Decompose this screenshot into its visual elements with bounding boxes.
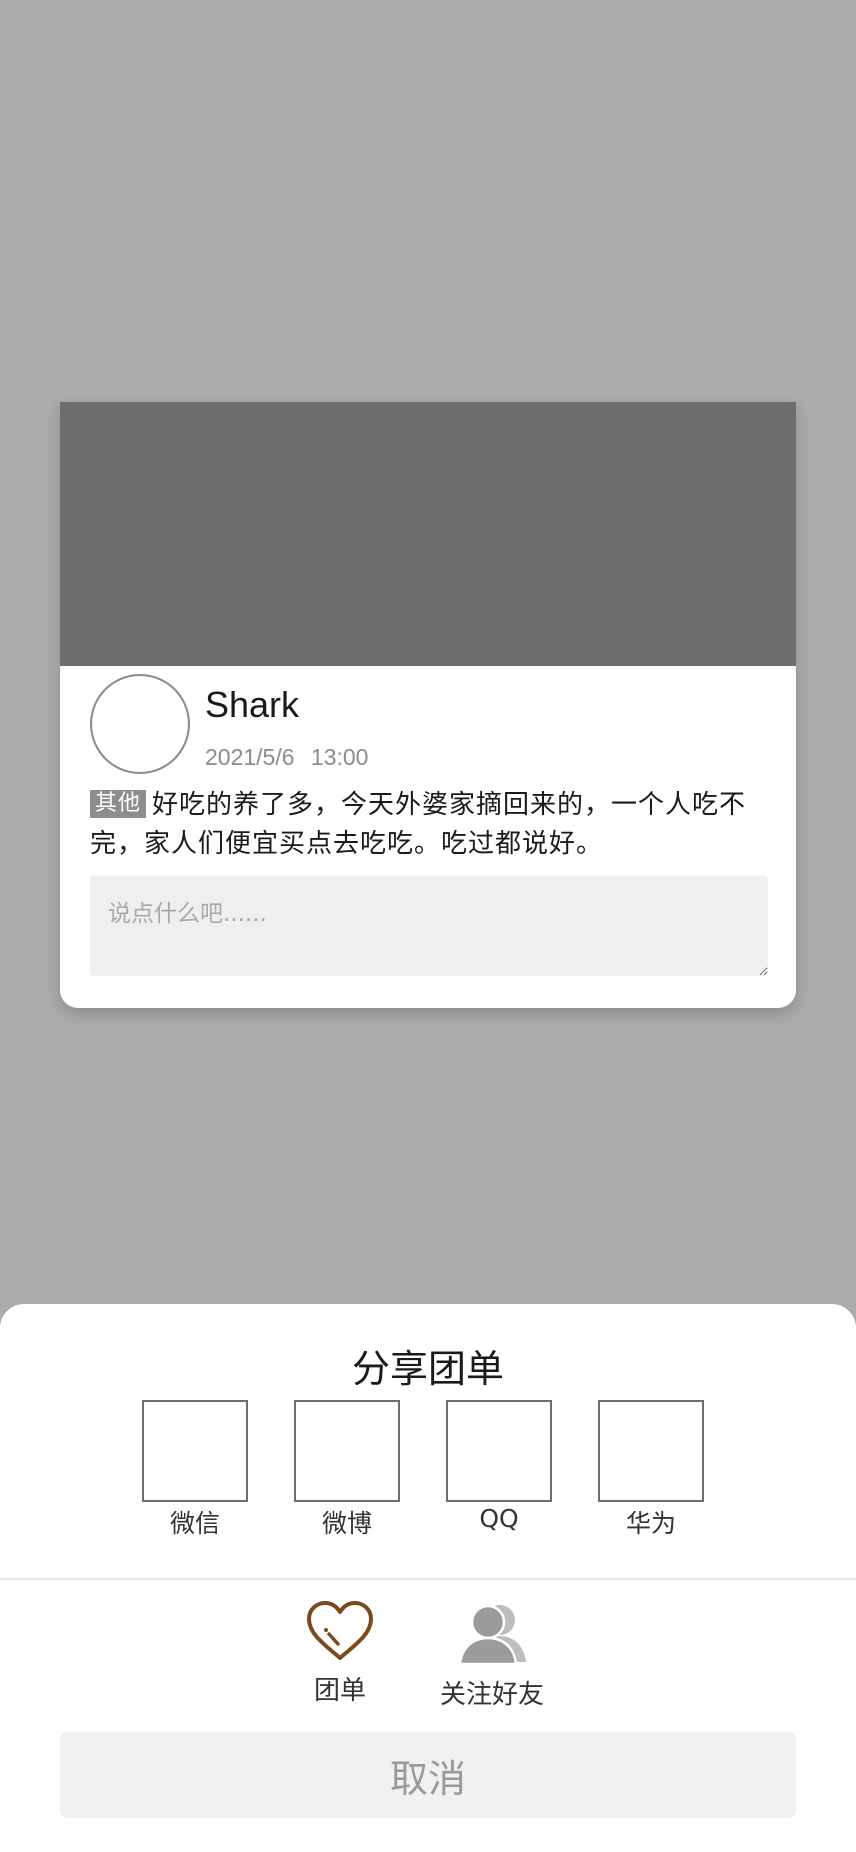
tuandan-button[interactable]: 团单 xyxy=(290,1600,390,1707)
weibo-icon xyxy=(294,1400,400,1502)
wechat-icon xyxy=(142,1400,248,1502)
follow-friends-button[interactable]: 关注好友 xyxy=(436,1600,548,1711)
share-wechat-button[interactable]: 微信 xyxy=(142,1400,248,1540)
heart-icon xyxy=(307,1601,373,1660)
comment-input[interactable] xyxy=(90,876,768,976)
post-content: 其他 好吃的养了多，今天外婆家摘回来的，一个人吃不完，家人们便宜买点去吃吃。吃过都… xyxy=(90,786,770,864)
share-label-qq: QQ xyxy=(479,1504,519,1533)
share-sheet: 分享团单 微信 微博 QQ 华为 团单 关注好友 取消 xyxy=(0,1304,856,1852)
cancel-button[interactable]: 取消 xyxy=(60,1732,796,1818)
username: Shark xyxy=(205,684,300,725)
tuandan-label: 团单 xyxy=(313,1676,366,1706)
post-text: 好吃的养了多，今天外婆家摘回来的，一个人吃不完，家人们便宜买点去吃吃。吃过都说好… xyxy=(90,790,747,859)
huawei-icon xyxy=(598,1400,704,1502)
follow-friends-label: 关注好友 xyxy=(439,1680,544,1710)
qq-icon xyxy=(446,1400,552,1502)
share-label-huawei: 华为 xyxy=(625,1509,676,1538)
share-label-weibo: 微博 xyxy=(321,1509,372,1538)
share-label-wechat: 微信 xyxy=(169,1509,220,1538)
share-huawei-button[interactable]: 华为 xyxy=(598,1400,704,1540)
avatar[interactable] xyxy=(90,674,190,774)
category-tag: 其他 xyxy=(90,790,147,818)
share-weibo-button[interactable]: 微博 xyxy=(294,1400,400,1540)
sheet-title: 分享团单 xyxy=(351,1347,504,1391)
friends-icon xyxy=(458,1604,526,1666)
post-timestamp: 2021/5/6 13:00 xyxy=(205,744,369,770)
post-card: Shark 2021/5/6 13:00 其他 好吃的养了多，今天外婆家摘回来的，… xyxy=(60,402,796,1008)
share-qq-button[interactable]: QQ xyxy=(446,1400,552,1533)
divider xyxy=(0,1578,856,1580)
post-image[interactable] xyxy=(60,402,796,666)
